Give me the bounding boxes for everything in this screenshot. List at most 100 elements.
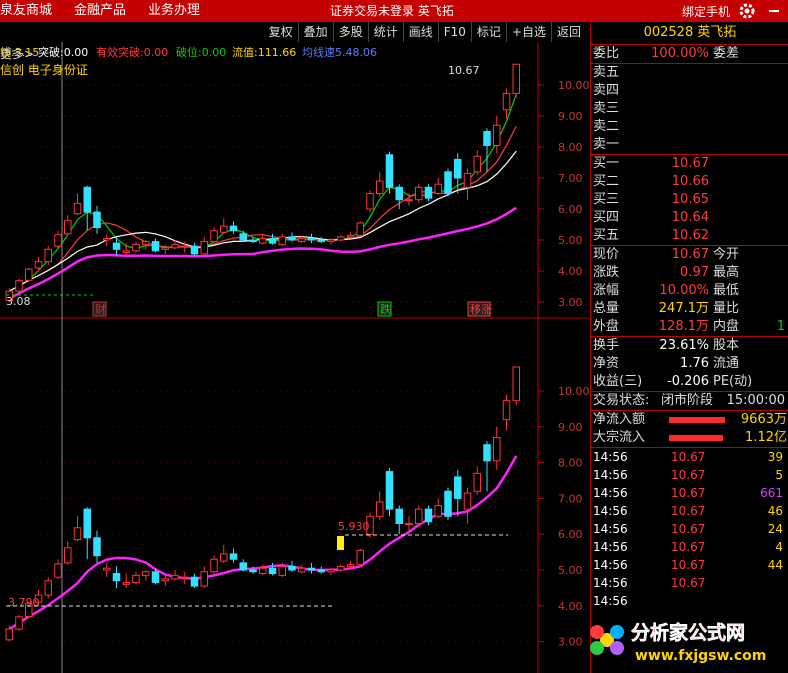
- tick-price: 10.67: [671, 504, 706, 518]
- candle-body: [444, 490, 452, 517]
- candle-body: [434, 183, 442, 194]
- candle-body: [366, 193, 374, 210]
- tool-add-watch[interactable]: +自选: [505, 22, 551, 42]
- candle-body: [25, 268, 33, 281]
- quote-label: 涨跌: [593, 265, 620, 280]
- candle-body: [288, 565, 296, 571]
- quote-label: 净资: [593, 356, 620, 371]
- candle-body: [278, 236, 286, 246]
- tool-draw[interactable]: 画线: [402, 22, 438, 42]
- block-inflow-value: 1.12亿: [745, 430, 787, 445]
- tick-time: 14:56: [593, 558, 628, 572]
- tick-time: 14:56: [593, 450, 628, 464]
- candle-body: [463, 492, 472, 510]
- tick-volume: 44: [767, 558, 783, 572]
- tick-row: 14:56 10.67 661: [591, 484, 788, 502]
- tool-overlay[interactable]: 叠加: [297, 22, 333, 42]
- trade-state-label: 交易状态:: [593, 393, 650, 408]
- gear-icon[interactable]: [738, 2, 756, 20]
- sell-level-label: 卖一: [593, 137, 620, 152]
- candle-body: [83, 508, 91, 539]
- lower-low-label: 3.790: [8, 596, 40, 609]
- tick-volume: 4: [775, 540, 783, 554]
- candle-body: [434, 505, 442, 517]
- indicator-value: 5.48.06: [335, 46, 377, 59]
- q-row: 外盘 128.1万 内盘 1: [591, 318, 788, 336]
- upper-high-label: 10.67: [448, 64, 480, 77]
- top-link-finance[interactable]: 金融产品: [74, 0, 126, 22]
- bind-phone-link[interactable]: 绑定手机: [682, 3, 730, 20]
- chart-grid: 10.00 9.00 8.00 7.00 6.00 5.00 4.00 3.00 10.00 9.…: [0, 42, 590, 673]
- tool-fuquan[interactable]: 复权: [264, 22, 298, 42]
- tool-mark[interactable]: 标记: [470, 22, 506, 42]
- quote-value: 128.1万: [658, 319, 709, 334]
- indicator-item: 突破:0.00: [38, 45, 88, 59]
- tick-row: 14:56: [591, 592, 788, 610]
- candle-body: [151, 241, 160, 252]
- candle-body: [200, 241, 208, 255]
- axis-tick-upper: 3.00: [558, 296, 583, 309]
- candle-body: [493, 124, 501, 146]
- tick-time: 14:56: [593, 540, 628, 554]
- axis-tick-upper: 7.00: [558, 172, 583, 185]
- tick-list[interactable]: 14:56 10.67 39 14:56 10.67 5 14:56 10.67 661 14:5…: [591, 448, 788, 610]
- weibi-value: 100.00%: [651, 46, 709, 61]
- candle-body: [122, 250, 130, 253]
- sell-level-label: 卖二: [593, 119, 620, 134]
- candle-body: [210, 230, 218, 243]
- candle-body: [103, 237, 111, 241]
- candle-body: [229, 225, 238, 232]
- candle-body: [424, 186, 433, 199]
- quote-label-2: 内盘: [713, 319, 740, 334]
- candle-body: [376, 501, 384, 517]
- tool-back[interactable]: 返回: [550, 22, 586, 42]
- axis-tick-upper: 4.00: [558, 265, 583, 278]
- trade-state-time: 15:00:00: [726, 393, 785, 408]
- trade-state-value: 闭市阶段: [661, 393, 714, 408]
- candle-body: [171, 244, 179, 249]
- candle-body: [415, 186, 423, 201]
- stock-header: 002528 英飞拓: [591, 22, 788, 45]
- buy-level-label: 买一: [593, 156, 620, 171]
- candle-body: [493, 437, 501, 462]
- quote-label-2: 量比: [713, 301, 740, 316]
- buy-level-label: 买三: [593, 192, 620, 207]
- top-link-business[interactable]: 业务办理: [148, 0, 200, 22]
- axis-tick-lower: 5.00: [558, 564, 583, 577]
- candle-body: [405, 522, 413, 525]
- tick-time: 14:56: [593, 468, 628, 482]
- candle-body: [44, 580, 52, 596]
- candle-body: [483, 131, 491, 146]
- indicator-item: 均线速5.48.06: [302, 45, 377, 59]
- sell-book: 卖五 卖四 卖三 卖二 卖一: [591, 64, 788, 155]
- tick-volume: 5: [775, 468, 783, 482]
- tool-f10[interactable]: F10: [437, 22, 471, 42]
- candle-body: [259, 237, 267, 244]
- tick-row: 14:56 10.67 44: [591, 556, 788, 574]
- sell-row: 卖二: [591, 118, 788, 136]
- tick-row: 14:56 10.67 24: [591, 520, 788, 538]
- buy-book: 买一 10.67 买二 10.66 买三 10.65 买四 10.64 买五 10.62: [591, 155, 788, 246]
- quote-block-2: 换手 23.61% 股本 净资 1.76 流通 收益(三) -0.206 PE(动): [591, 337, 788, 392]
- tick-price: 10.67: [671, 450, 706, 464]
- net-inflow-value: 9663万: [740, 412, 787, 427]
- tool-stats[interactable]: 统计: [367, 22, 403, 42]
- tick-volume: 24: [767, 522, 783, 536]
- minimize-icon[interactable]: [766, 3, 782, 19]
- candle-body: [229, 553, 238, 560]
- block-inflow-label: 大宗流入: [593, 430, 646, 445]
- tool-multi[interactable]: 多股: [332, 22, 368, 42]
- candle-body: [444, 171, 452, 195]
- kline-chart[interactable]: 10.00 9.00 8.00 7.00 6.00 5.00 4.00 3.00 10.00 9.…: [0, 42, 590, 673]
- candle-body: [15, 616, 23, 630]
- ma-long-line: [8, 150, 517, 292]
- sell-level-label: 卖四: [593, 83, 620, 98]
- indicator-key: 均线速: [302, 45, 335, 59]
- quote-value: 0.97: [680, 265, 709, 280]
- marker-die: 跌: [380, 302, 391, 316]
- sell-level-label: 卖五: [593, 65, 620, 80]
- indicator-key: 突破:: [38, 45, 64, 59]
- sell-row: 卖一: [591, 136, 788, 154]
- top-link-mall[interactable]: 泉友商城: [0, 0, 52, 22]
- candle-body: [317, 569, 325, 573]
